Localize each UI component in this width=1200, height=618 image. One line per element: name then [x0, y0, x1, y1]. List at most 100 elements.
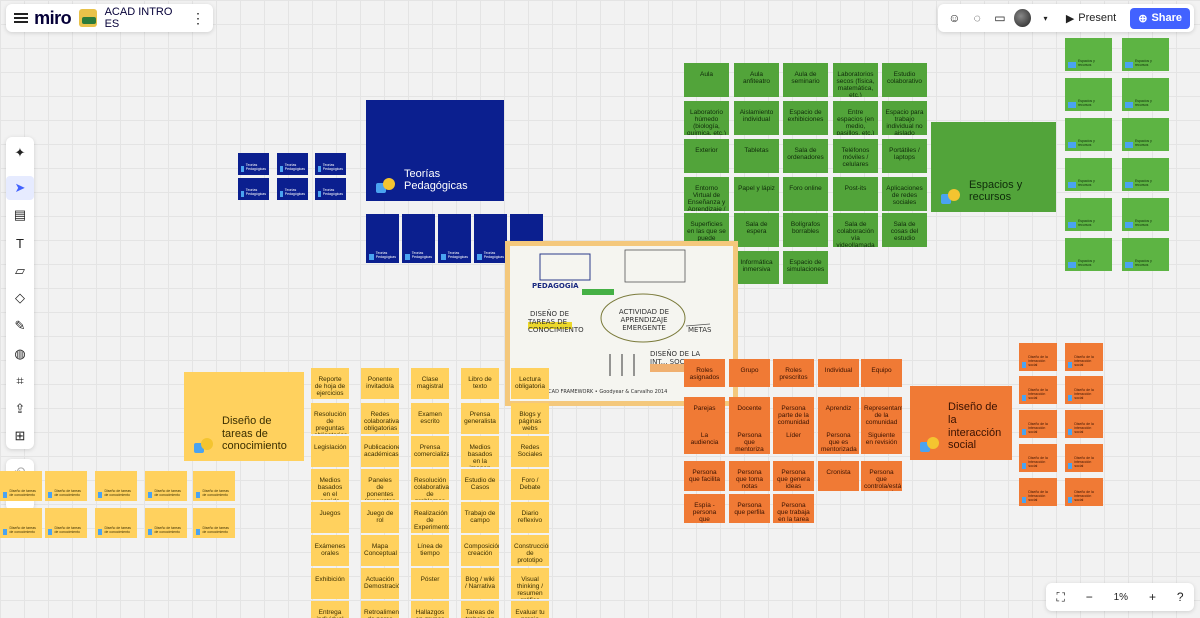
mini-card[interactable]: Diseño de la interacción social: [1065, 410, 1103, 438]
sticky-note[interactable]: Persona que toma notas: [729, 461, 770, 491]
mini-card[interactable]: Teorías Pedagógicas: [402, 214, 435, 263]
sticky-note[interactable]: Medios basados en el sonido: [311, 469, 349, 500]
mini-card[interactable]: Espacios y recursos: [1122, 78, 1169, 111]
sticky-note[interactable]: Representante de la comunidad: [861, 397, 902, 427]
sticky-note[interactable]: Exámenes orales: [311, 535, 349, 566]
zoom-level[interactable]: 1%: [1114, 592, 1128, 603]
sticky-note[interactable]: Aula: [684, 63, 729, 97]
zoom-in-icon[interactable]: +: [1149, 590, 1156, 604]
sticky-note[interactable]: Espacio de exhibiciones: [783, 101, 828, 135]
mini-card[interactable]: Espacios y recursos: [1065, 78, 1112, 111]
add-more-icon[interactable]: ⊞: [6, 424, 34, 448]
sticky-note[interactable]: Papel y lápiz: [734, 177, 779, 211]
mini-card[interactable]: Diseño de tareas de conocimiento: [95, 471, 137, 501]
sticky-note[interactable]: Evaluar tu propio aprendizaje: [511, 601, 549, 618]
sticky-note[interactable]: Equipo: [861, 359, 902, 387]
sticky-note[interactable]: Examen escrito: [411, 403, 449, 434]
sticky-note[interactable]: Entorno Virtual de Enseñanza y Aprendiza…: [684, 177, 729, 211]
sticky-note[interactable]: Roles asignados: [684, 359, 725, 387]
mini-card[interactable]: Diseño de tareas de conocimiento: [145, 471, 187, 501]
mini-card[interactable]: Teorías Pedagógicas: [238, 153, 269, 175]
mini-card[interactable]: Espacios y recursos: [1122, 238, 1169, 271]
mini-card[interactable]: Espacios y recursos: [1065, 198, 1112, 231]
mini-card[interactable]: Diseño de la interacción social: [1065, 343, 1103, 371]
help-icon[interactable]: ?: [1177, 590, 1184, 604]
sticky-note[interactable]: Persona que controla/está encargada de l…: [861, 461, 902, 491]
sticky-note[interactable]: Línea de tiempo: [411, 535, 449, 566]
sticky-note[interactable]: Laboratorios secos (física, matemática, …: [833, 63, 878, 97]
diseno-tareas-section-card[interactable]: Diseño de tareas de conocimiento: [184, 372, 304, 461]
sticky-note[interactable]: Persona parte de la comunidad: [773, 397, 814, 427]
sticky-note[interactable]: Espía - persona que observa: [684, 494, 725, 523]
mini-card[interactable]: Espacios y recursos: [1065, 38, 1112, 71]
more-options-icon[interactable]: ⋮: [191, 10, 205, 27]
comment-icon[interactable]: ◍: [6, 342, 34, 366]
sticky-note[interactable]: Prensa generalista: [461, 403, 499, 434]
upload-icon[interactable]: ⇪: [6, 397, 34, 421]
sticky-note[interactable]: Póster: [411, 568, 449, 599]
mini-card[interactable]: Diseño de la interacción social: [1019, 410, 1057, 438]
templates-icon[interactable]: ▤: [6, 203, 34, 227]
sticky-note[interactable]: Sala de ordenadores: [783, 139, 828, 173]
sticky-note[interactable]: Aislamiento individual: [734, 101, 779, 135]
sticky-note[interactable]: Publicaciones académicas: [361, 436, 399, 467]
mini-card[interactable]: Diseño de la interacción social: [1065, 478, 1103, 506]
mini-card[interactable]: Diseño de tareas de conocimiento: [0, 471, 42, 501]
sticky-note[interactable]: Clase magistral: [411, 368, 449, 399]
sticky-note[interactable]: Individual: [818, 359, 859, 387]
mini-card[interactable]: Teorías Pedagógicas: [438, 214, 471, 263]
sticky-note[interactable]: Aula anfiteatro: [734, 63, 779, 97]
sticky-note[interactable]: Persona que facilita: [684, 461, 725, 491]
mini-card[interactable]: Teorías Pedagógicas: [277, 178, 308, 200]
sticky-note[interactable]: Tabletas: [734, 139, 779, 173]
sticky-note[interactable]: Portátiles / laptops: [882, 139, 927, 173]
sticky-note[interactable]: Lectura obligatoria: [511, 368, 549, 399]
mini-card[interactable]: Diseño de tareas de conocimiento: [145, 508, 187, 538]
mini-card[interactable]: Diseño de la interacción social: [1019, 343, 1057, 371]
mini-card[interactable]: Diseño de la interacción social: [1065, 444, 1103, 472]
sticky-note[interactable]: Post-its: [833, 177, 878, 211]
board-title[interactable]: ACAD INTRO ES: [105, 6, 179, 30]
mini-card[interactable]: Diseño de tareas de conocimiento: [95, 508, 137, 538]
sticky-note[interactable]: Medios basados en la imagen: [461, 436, 499, 467]
sticky-note[interactable]: Retroalimentación de pares: [361, 601, 399, 618]
sticky-note[interactable]: Espacio de simulaciones: [783, 251, 828, 284]
sticky-note[interactable]: Blog / wiki / Narrativa: [461, 568, 499, 599]
sticky-note[interactable]: Redes Sociales: [511, 436, 549, 467]
sticky-note[interactable]: Paneles de ponentes (preguntas y respues…: [361, 469, 399, 500]
sticky-note[interactable]: Parejas: [684, 397, 725, 427]
sticky-note[interactable]: Persona que trabaja en la tarea: [773, 494, 814, 523]
comments-icon[interactable]: ◌: [969, 11, 986, 25]
sticky-note[interactable]: Realización de Experimentos: [411, 502, 449, 533]
sticky-note[interactable]: Ponente invitado/a: [361, 368, 399, 399]
text-tool-icon[interactable]: T: [6, 231, 34, 255]
mini-card[interactable]: Espacios y recursos: [1122, 118, 1169, 151]
sticky-note[interactable]: Hallazgos en grupos: [411, 601, 449, 618]
mini-card[interactable]: Diseño de la interacción social: [1019, 478, 1057, 506]
shapes-icon[interactable]: ◇: [6, 286, 34, 310]
mini-card[interactable]: Teorías Pedagógicas: [238, 178, 269, 200]
sticky-note[interactable]: Aprendiz: [818, 397, 859, 427]
mini-card[interactable]: Teorías Pedagógicas: [315, 178, 346, 200]
mini-card[interactable]: Espacios y recursos: [1122, 38, 1169, 71]
sticky-note[interactable]: Estudio colaborativo: [882, 63, 927, 97]
mini-card[interactable]: Diseño de la interacción social: [1019, 444, 1057, 472]
pen-icon[interactable]: ✎: [6, 314, 34, 338]
sticky-note[interactable]: Libro de texto: [461, 368, 499, 399]
sticky-note[interactable]: Actuación Demostración: [361, 568, 399, 599]
sticky-note[interactable]: Aula de seminario: [783, 63, 828, 97]
sticky-note[interactable]: Sala de colaboración vía videollamada: [833, 213, 878, 247]
sticky-note[interactable]: Juego de rol: [361, 502, 399, 533]
mini-card[interactable]: Espacios y recursos: [1065, 238, 1112, 271]
sticky-note[interactable]: Visual thinking / resumen gráfico: [511, 568, 549, 599]
mini-card[interactable]: Diseño de tareas de conocimiento: [0, 508, 42, 538]
sticky-note[interactable]: Docente: [729, 397, 770, 427]
sticky-note[interactable]: Prensa comercializada: [411, 436, 449, 467]
mini-card[interactable]: Espacios y recursos: [1065, 158, 1112, 191]
diseno-interaccion-section-card[interactable]: Diseño de la interacción social: [910, 386, 1012, 460]
sticky-note[interactable]: Entrega individual en el portal: [311, 601, 349, 618]
reactions-icon[interactable]: ☺: [946, 11, 963, 25]
sticky-note[interactable]: Foro online: [783, 177, 828, 211]
sticky-note[interactable]: Espacio para trabajo individual no aisla…: [882, 101, 927, 135]
fit-screen-icon[interactable]: ⛶: [1056, 590, 1064, 605]
